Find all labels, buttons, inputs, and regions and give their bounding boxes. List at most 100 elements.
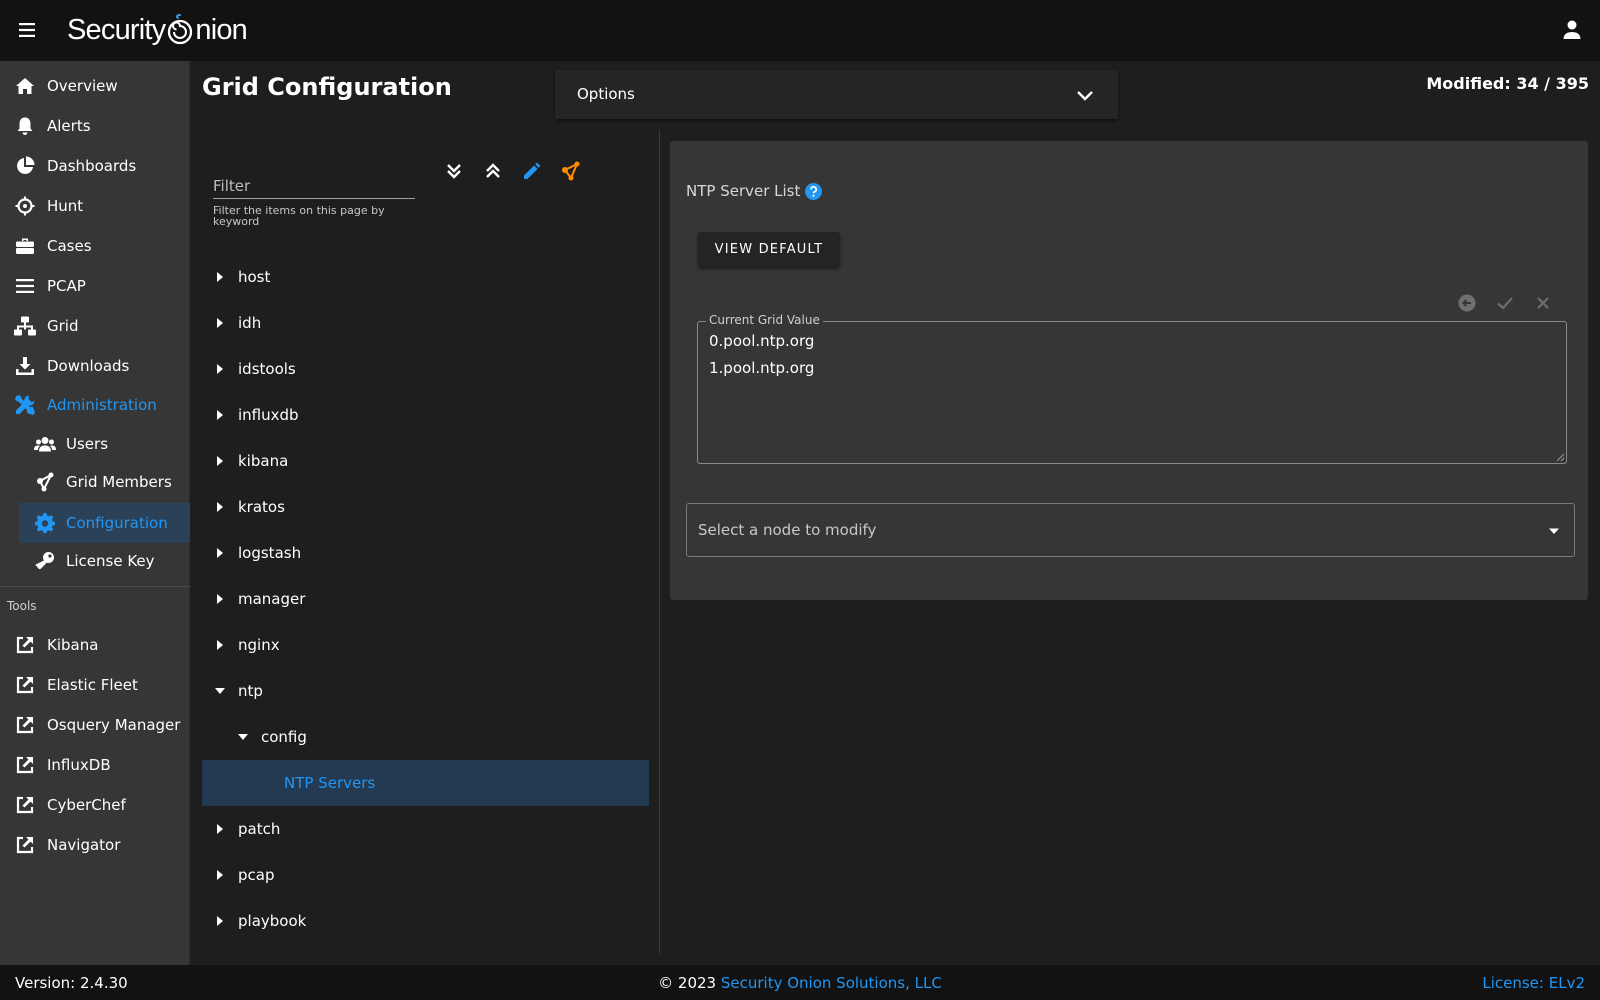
tree-item-label: playbook — [238, 912, 307, 930]
revert-icon[interactable] — [1457, 293, 1477, 313]
caret-right-icon — [212, 913, 228, 929]
tree-item-label: idstools — [238, 360, 296, 378]
sidebar-item-users[interactable]: Users — [0, 424, 190, 464]
tree-item-manager[interactable]: manager — [202, 576, 649, 622]
node-select-dropdown[interactable]: Select a node to modify — [686, 503, 1575, 557]
sidebar-item-osquery-manager[interactable]: Osquery Manager — [0, 705, 190, 745]
help-icon[interactable] — [805, 182, 823, 200]
download-icon — [14, 355, 36, 377]
tree-item-nginx[interactable]: nginx — [202, 622, 649, 668]
sidebar-item-overview[interactable]: Overview — [0, 66, 190, 106]
logo-text-security: Security — [67, 13, 166, 46]
sidebar-item-label: Grid Members — [66, 473, 172, 491]
sidebar-item-pcap[interactable]: PCAP — [0, 266, 190, 306]
external-link-icon — [14, 754, 36, 776]
tree-item-ntp[interactable]: ntp — [202, 668, 649, 714]
users-icon — [34, 433, 56, 455]
view-default-button[interactable]: VIEW DEFAULT — [698, 232, 840, 267]
nodes-icon[interactable] — [558, 158, 584, 184]
tree-item-label: nginx — [238, 636, 280, 654]
tree-item-influxdb[interactable]: influxdb — [202, 392, 649, 438]
caret-down-icon — [212, 683, 228, 699]
tree-item-idstools[interactable]: idstools — [202, 346, 649, 392]
hamburger-menu-icon[interactable] — [14, 17, 40, 43]
sidebar-item-influxdb[interactable]: InfluxDB — [0, 745, 190, 785]
sidebar-item-cyberchef[interactable]: CyberChef — [0, 785, 190, 825]
setting-detail-panel: NTP Server List VIEW DEFAULT Current Gri… — [670, 141, 1588, 600]
sidebar-item-grid[interactable]: Grid — [0, 306, 190, 346]
sidebar-item-administration[interactable]: Administration — [0, 385, 190, 425]
caret-right-icon — [212, 637, 228, 653]
caret-right-icon — [212, 591, 228, 607]
sidebar-item-label: Elastic Fleet — [47, 676, 138, 694]
tree-item-playbook[interactable]: playbook — [202, 898, 649, 944]
tools-section-label: Tools — [7, 599, 37, 613]
current-grid-value-field: Current Grid Value — [697, 313, 1567, 464]
sidebar: Overview Alerts Dashboards Hunt Cases PC… — [0, 61, 190, 965]
tree-item-idh[interactable]: idh — [202, 300, 649, 346]
external-link-icon — [14, 634, 36, 656]
app-bar: Security nion — [0, 0, 1600, 61]
sidebar-item-label: License Key — [66, 552, 155, 570]
external-link-icon — [14, 674, 36, 696]
sidebar-item-downloads[interactable]: Downloads — [0, 346, 190, 386]
setting-title-text: NTP Server List — [686, 182, 801, 200]
tree-item-logstash[interactable]: logstash — [202, 530, 649, 576]
logo-text-nion: nion — [195, 13, 247, 46]
current-grid-value-textarea[interactable] — [698, 322, 1566, 463]
tree-item-host[interactable]: host — [202, 254, 649, 300]
tree-item-label: ntp — [238, 682, 263, 700]
sidebar-item-configuration[interactable]: Configuration — [19, 503, 190, 543]
tree-item-kibana[interactable]: kibana — [202, 438, 649, 484]
nodes-icon — [34, 471, 56, 493]
sidebar-item-label: CyberChef — [47, 796, 126, 814]
tree-item-label: patch — [238, 820, 281, 838]
sidebar-item-kibana[interactable]: Kibana — [0, 625, 190, 665]
sidebar-item-label: Navigator — [47, 836, 121, 854]
sidebar-divider — [0, 586, 190, 587]
sidebar-item-navigator[interactable]: Navigator — [0, 825, 190, 865]
tree-item-pcap[interactable]: pcap — [202, 852, 649, 898]
company-link[interactable]: Security Onion Solutions, LLC — [721, 974, 942, 992]
options-expansion-panel[interactable]: Options — [555, 70, 1118, 119]
caret-down-icon — [235, 729, 251, 745]
caret-right-icon — [212, 453, 228, 469]
resize-grip-icon[interactable] — [1555, 452, 1565, 462]
expand-all-icon[interactable] — [441, 158, 467, 184]
dropdown-arrow-icon — [1546, 523, 1562, 539]
sidebar-item-hunt[interactable]: Hunt — [0, 186, 190, 226]
sidebar-item-label: Users — [66, 435, 109, 453]
tree-item-label: kratos — [238, 498, 285, 516]
sidebar-item-license-key[interactable]: License Key — [0, 541, 190, 581]
license-link[interactable]: License: ELv2 — [1482, 974, 1585, 992]
network-icon — [14, 315, 36, 337]
filter-input[interactable] — [213, 167, 415, 199]
security-onion-logo[interactable]: Security nion — [67, 8, 248, 52]
sidebar-item-label: InfluxDB — [47, 756, 111, 774]
sidebar-item-cases[interactable]: Cases — [0, 226, 190, 266]
sidebar-item-label: Dashboards — [47, 157, 137, 175]
collapse-all-icon[interactable] — [480, 158, 506, 184]
modified-count: Modified: 34 / 395 — [1426, 74, 1589, 93]
tree-item-patch[interactable]: patch — [202, 806, 649, 852]
sidebar-item-alerts[interactable]: Alerts — [0, 106, 190, 146]
copyright-prefix: © 2023 — [658, 974, 721, 992]
sidebar-item-elastic-fleet[interactable]: Elastic Fleet — [0, 665, 190, 705]
external-link-icon — [14, 834, 36, 856]
pencil-icon[interactable] — [519, 158, 545, 184]
check-icon[interactable] — [1495, 293, 1515, 313]
sidebar-item-label: Kibana — [47, 636, 99, 654]
filter-hint: Filter the items on this page by keyword — [213, 204, 385, 228]
sidebar-item-grid-members[interactable]: Grid Members — [0, 462, 190, 502]
key-icon — [34, 550, 56, 572]
options-label: Options — [577, 85, 635, 103]
sidebar-item-label: Administration — [47, 396, 157, 414]
tree-item-config[interactable]: config — [202, 714, 649, 760]
sidebar-item-label: Alerts — [47, 117, 91, 135]
close-icon[interactable] — [1533, 293, 1553, 313]
tree-item-kratos[interactable]: kratos — [202, 484, 649, 530]
caret-right-icon — [212, 821, 228, 837]
sidebar-item-dashboards[interactable]: Dashboards — [0, 146, 190, 186]
tree-item-ntp-servers[interactable]: NTP Servers — [202, 760, 649, 806]
account-icon[interactable] — [1560, 18, 1584, 42]
